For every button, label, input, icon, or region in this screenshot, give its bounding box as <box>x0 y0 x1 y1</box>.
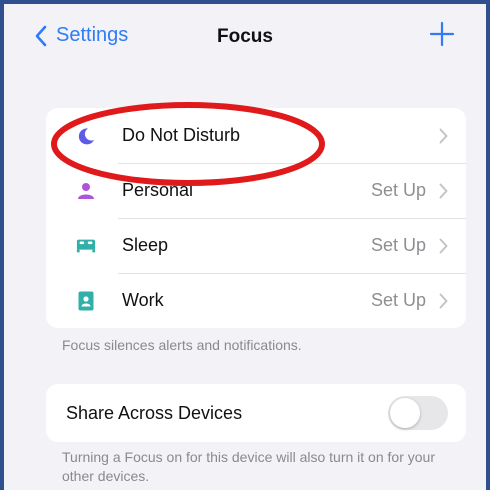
plus-icon[interactable] <box>428 20 456 48</box>
navigation-bar: Settings Focus <box>4 4 486 76</box>
page-title: Focus <box>217 26 273 47</box>
focus-item-label: Work <box>122 290 164 310</box>
chevron-right-icon <box>439 183 448 198</box>
person-icon <box>76 181 96 201</box>
setup-value: Set Up <box>370 180 426 200</box>
share-group: Share Across Devices <box>46 384 466 442</box>
badge-icon <box>76 291 96 311</box>
chevron-right-icon <box>439 238 448 253</box>
share-across-devices-row: Share Across Devices <box>46 384 466 442</box>
focus-item-label: Sleep <box>122 235 169 255</box>
focus-list: Do Not Disturb Personal Set Up Sleep Set… <box>46 108 466 328</box>
phone-screen: Settings Focus Do Not Disturb Personal S… <box>0 0 490 490</box>
bed-icon <box>76 236 96 256</box>
focus-item-sleep[interactable]: Sleep Set Up <box>46 218 466 273</box>
toggle-knob <box>390 398 420 428</box>
setup-value: Set Up <box>370 235 426 255</box>
share-toggle[interactable] <box>388 396 448 430</box>
focus-footnote: Focus silences alerts and notifications. <box>62 337 302 353</box>
focus-item-do-not-disturb[interactable]: Do Not Disturb <box>46 108 466 163</box>
focus-item-label: Do Not Disturb <box>122 125 241 145</box>
chevron-right-icon <box>439 128 448 143</box>
moon-icon <box>76 126 96 146</box>
setup-value: Set Up <box>370 290 426 310</box>
focus-item-personal[interactable]: Personal Set Up <box>46 163 466 218</box>
focus-item-work[interactable]: Work Set Up <box>46 273 466 328</box>
share-label: Share Across Devices <box>66 402 243 423</box>
share-footnote: Turning a Focus on for this device will … <box>62 449 435 484</box>
chevron-right-icon <box>439 293 448 308</box>
focus-item-label: Personal <box>122 180 194 200</box>
